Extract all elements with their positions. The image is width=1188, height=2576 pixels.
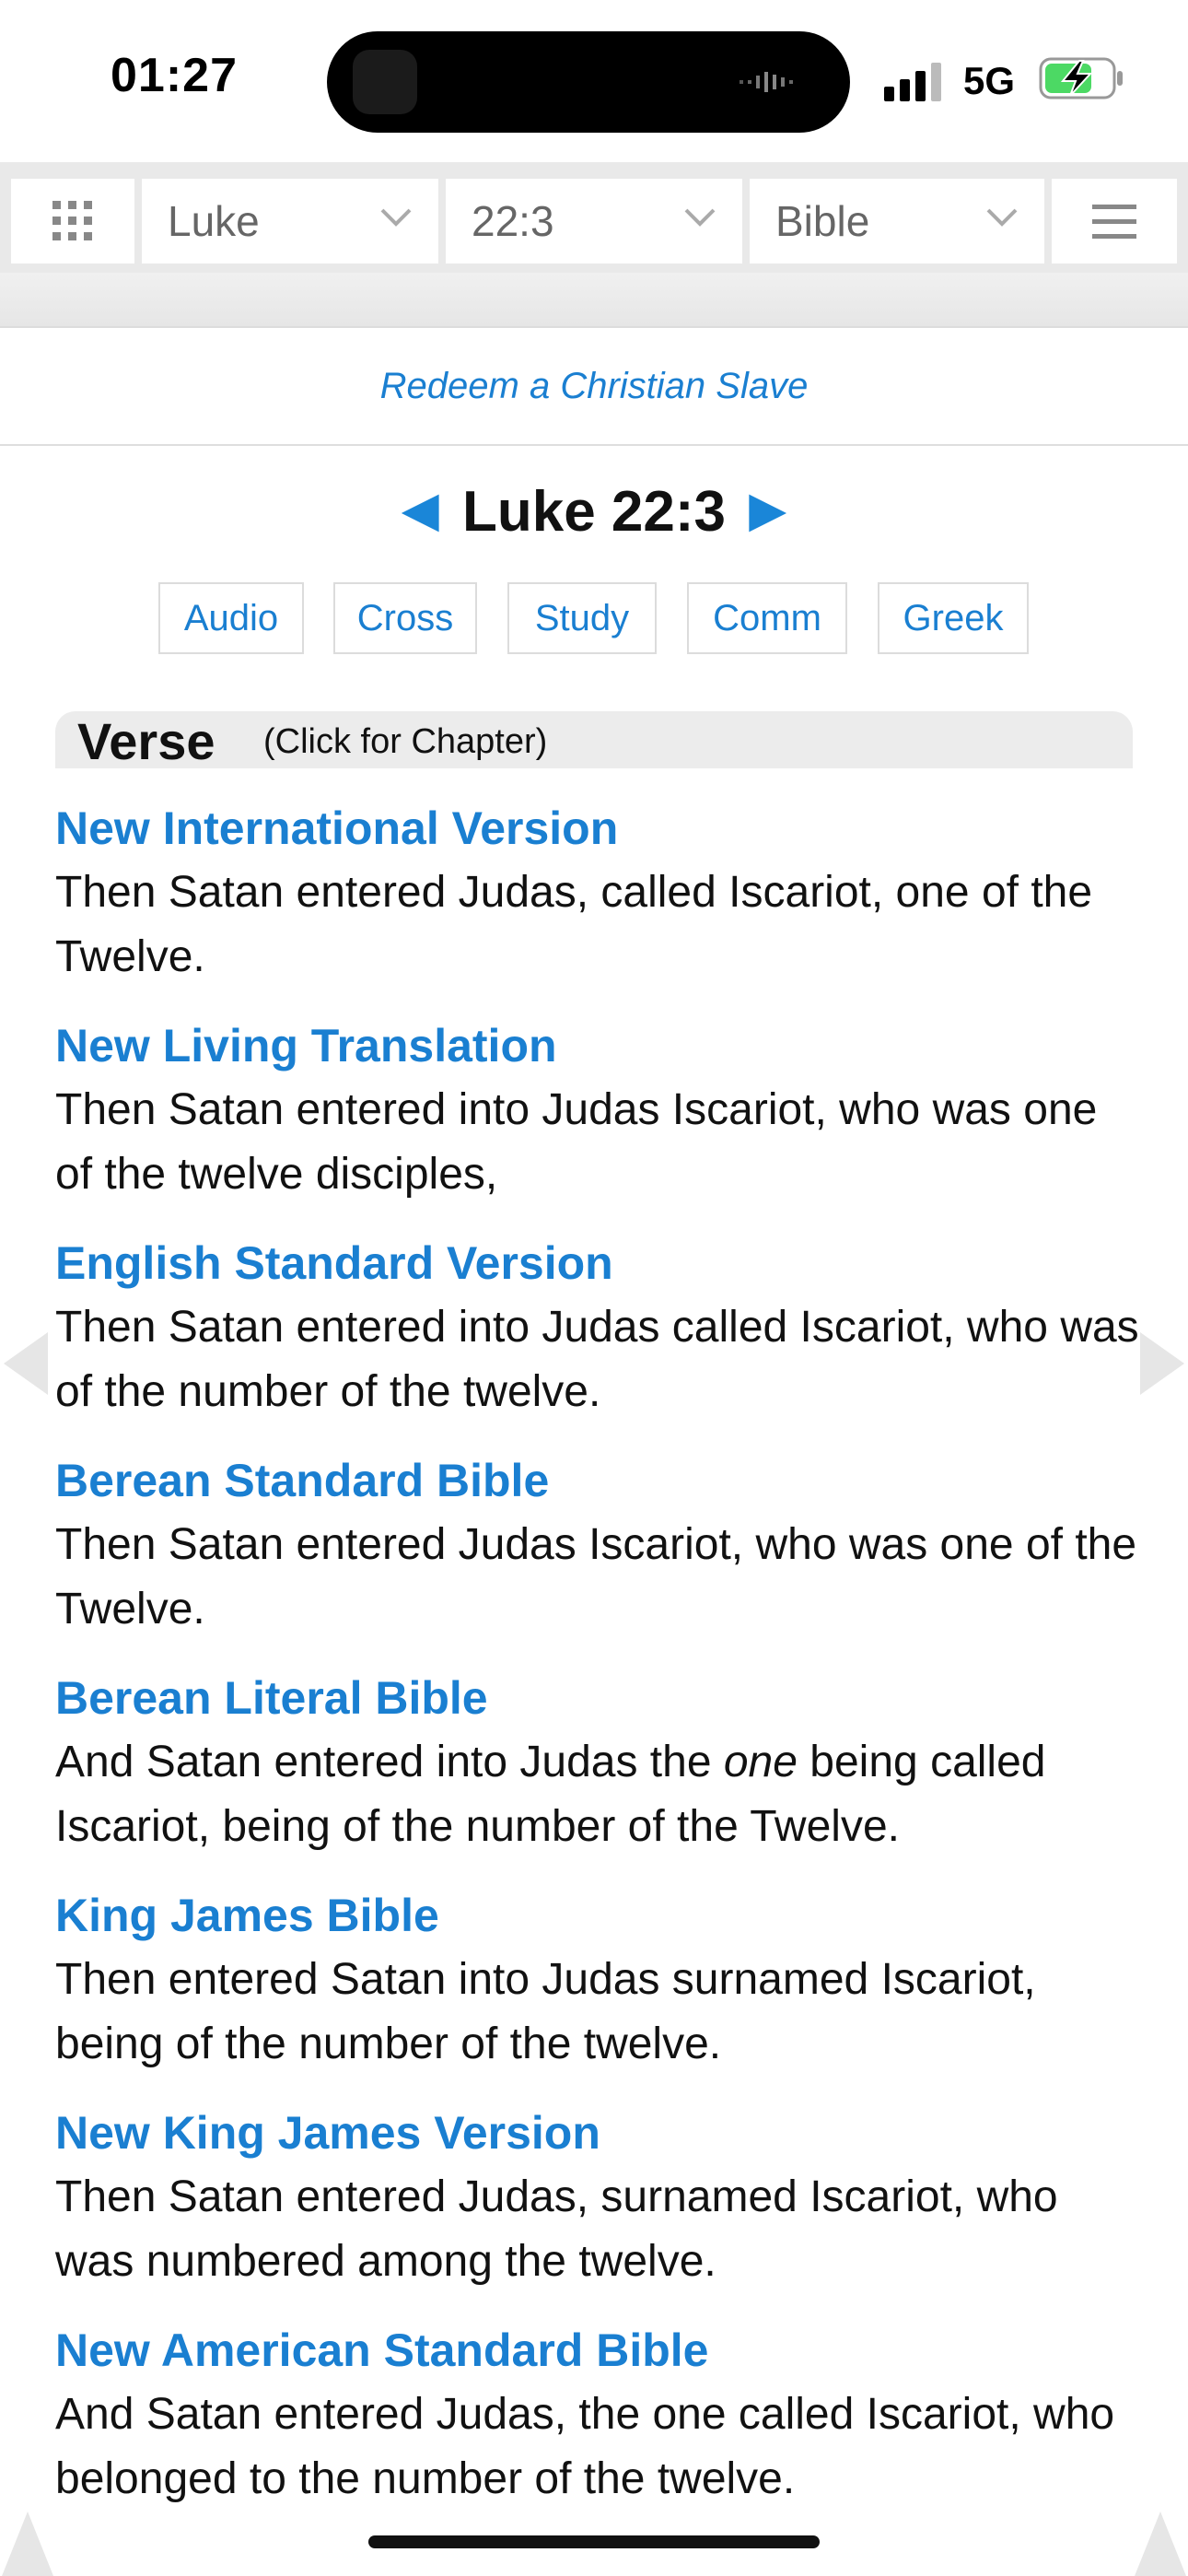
scroll-up-arrow-icon[interactable] (1133, 2506, 1188, 2576)
verse-text: Then entered Satan into Judas surnamed I… (55, 1955, 1036, 2068)
translation-item: King James Bible Then entered Satan into… (55, 1883, 1142, 2077)
audio-wave-icon (740, 72, 793, 92)
battery-charging-icon (1039, 57, 1123, 100)
translation-name-link[interactable]: English Standard Version (55, 1231, 1142, 1295)
camera-icon (353, 50, 417, 114)
menu-button[interactable] (1052, 179, 1177, 263)
previous-page-arrow-icon[interactable] (0, 1327, 52, 1400)
verse-section-header[interactable]: Verse (Click for Chapter) (55, 711, 1133, 770)
study-button[interactable]: Study (507, 582, 657, 654)
translation-item: New Living Translation Then Satan entere… (55, 1013, 1142, 1207)
book-select-value: Luke (168, 197, 260, 245)
network-type: 5G (963, 59, 1016, 102)
version-select[interactable]: Bible (750, 179, 1044, 263)
grid-icon (52, 201, 92, 240)
verse-text: And Satan entered into Judas the one bei… (55, 1730, 1142, 1859)
chevron-down-icon (986, 208, 1018, 227)
verse-section-label: Verse (77, 712, 215, 770)
top-toolbar: Luke 22:3 Bible (0, 162, 1188, 273)
dynamic-island (327, 31, 850, 133)
verse-text: Then Satan entered into Judas called Isc… (55, 1303, 1139, 1416)
verse-reference: Luke 22:3 (461, 480, 727, 544)
book-select[interactable]: Luke (142, 179, 438, 263)
cross-references-button[interactable]: Cross (333, 582, 477, 654)
status-time: 01:27 (111, 49, 238, 102)
version-select-value: Bible (775, 197, 870, 245)
home-indicator[interactable] (368, 2535, 820, 2548)
translation-item: New International Version Then Satan ent… (55, 796, 1142, 989)
audio-button[interactable]: Audio (158, 582, 304, 654)
translation-name-link[interactable]: New Living Translation (55, 1013, 1142, 1078)
verse-select-value: 22:3 (472, 197, 554, 245)
page-title: ◀ Luke 22:3 ▶ (0, 479, 1188, 544)
translations-list: New International Version Then Satan ent… (55, 796, 1142, 2535)
translation-item: New American Standard Bible And Satan en… (55, 2318, 1142, 2512)
translation-name-link[interactable]: New International Version (55, 796, 1142, 861)
translation-item: English Standard Version Then Satan ente… (55, 1231, 1142, 1424)
apps-grid-button[interactable] (11, 179, 134, 263)
chevron-down-icon (380, 208, 412, 227)
verse-text: Then Satan entered Judas, called Iscario… (55, 868, 1093, 981)
verse-text: Then Satan entered into Judas Iscariot, … (55, 1085, 1098, 1199)
translation-name-link[interactable]: New American Standard Bible (55, 2318, 1142, 2383)
hamburger-menu-icon (1092, 205, 1136, 239)
translation-item: New King James Version Then Satan entere… (55, 2101, 1142, 2294)
status-bar: 01:27 5G (0, 0, 1188, 162)
greek-button[interactable]: Greek (878, 582, 1029, 654)
translation-name-link[interactable]: Berean Standard Bible (55, 1448, 1142, 1513)
next-verse-arrow[interactable]: ▶ (750, 484, 785, 535)
verse-text: Then Satan entered Judas, surnamed Iscar… (55, 2172, 1058, 2286)
promo-link[interactable]: Redeem a Christian Slave (380, 366, 809, 407)
commentary-button[interactable]: Comm (687, 582, 847, 654)
verse-text: Then Satan entered Judas Iscariot, who w… (55, 1520, 1137, 1633)
promo-banner: Redeem a Christian Slave (0, 328, 1188, 446)
toolbar-shadow-bar (0, 273, 1188, 328)
scroll-up-arrow-icon[interactable] (0, 2506, 55, 2576)
verse-select[interactable]: 22:3 (446, 179, 742, 263)
translation-item: Berean Literal Bible And Satan entered i… (55, 1666, 1142, 1859)
chapter-link-hint: (Click for Chapter) (263, 722, 548, 761)
translation-item: Berean Standard Bible Then Satan entered… (55, 1448, 1142, 1642)
chevron-down-icon (684, 208, 716, 227)
verse-text: And Satan entered Judas, the one called … (55, 2390, 1115, 2503)
next-page-arrow-icon[interactable] (1136, 1327, 1188, 1400)
verse-text-italic: one (723, 1738, 798, 1786)
cellular-signal-icon (884, 63, 941, 101)
translation-name-link[interactable]: New King James Version (55, 2101, 1142, 2165)
study-tools-bar: Audio Cross Study Comm Greek (0, 582, 1188, 658)
translation-name-link[interactable]: King James Bible (55, 1883, 1142, 1948)
previous-verse-arrow[interactable]: ◀ (403, 484, 438, 535)
translation-name-link[interactable]: Berean Literal Bible (55, 1666, 1142, 1730)
verse-text-part: And Satan entered into Judas the (55, 1738, 724, 1786)
